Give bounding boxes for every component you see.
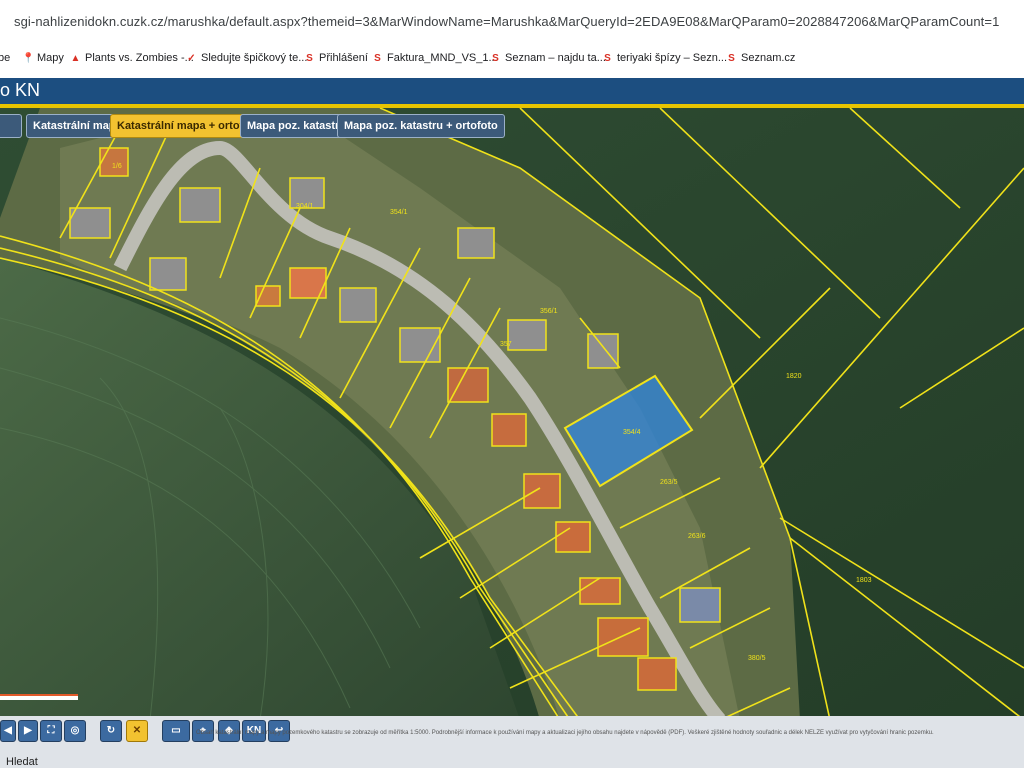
browser-address-bar[interactable]: sgi-nahlizenidokn.cuzk.cz/marushka/defau…	[0, 0, 1024, 40]
bookmark-label: Přihlášení	[319, 52, 368, 64]
bookmark-label: be	[0, 52, 11, 64]
url-text[interactable]: sgi-nahlizenidokn.cuzk.cz/marushka/defau…	[14, 14, 999, 29]
layer-button-partial[interactable]	[0, 114, 22, 138]
seznam-icon: S	[728, 52, 735, 64]
clear-icon[interactable]: ✕	[126, 720, 148, 742]
parcel-label: 380/5	[748, 655, 766, 662]
map-canvas[interactable]: 1/6 304/1 354/1 357 356/1 354/4 1820 263…	[0, 108, 1024, 720]
globe-icon[interactable]: ◎	[64, 720, 86, 742]
bookmark-item-teriyaki[interactable]: Steriyaki špízy – Sezn...	[602, 52, 727, 64]
parcel-label: 1820	[786, 373, 802, 380]
bookmark-item-seznam-cz[interactable]: S Seznam.cz	[726, 52, 795, 64]
map-toolbar: ◀ ▶ ⛶ ◎ ↻ ✕ ▭ ⌖ ◈ KN ↩	[0, 716, 1024, 768]
bookmark-label: Plants vs. Zombies -...	[85, 52, 194, 64]
bookmark-label: Seznam – najdu ta...	[505, 52, 606, 64]
bookmark-item-seznam-najdu[interactable]: S Seznam – najdu ta...	[490, 52, 606, 64]
bookmark-label: teriyaki špízy – Sezn...	[617, 52, 728, 64]
bookmark-item-faktura[interactable]: S Faktura_MND_VS_1...	[372, 52, 498, 64]
refresh-icon[interactable]: ↻	[100, 720, 122, 742]
bookmark-label: Seznam.cz	[741, 52, 796, 64]
bookmark-label: Sledujte špičkový te...	[201, 52, 308, 64]
bookmark-item-mapy[interactable]: 📍 Mapy	[22, 52, 64, 64]
parcel-label: 263/5	[660, 479, 678, 486]
back-arrow-icon[interactable]: ◀	[0, 720, 16, 742]
parcel-label: 357	[500, 341, 512, 348]
parcel-label: 354/4	[623, 429, 641, 436]
parcel-label: 263/6	[688, 533, 706, 540]
parcel-label: 354/1	[390, 209, 408, 216]
map-info-note: Obsah katastrální mapy a mapy pozemkovéh…	[196, 730, 934, 736]
parcel-label: 356/1	[540, 308, 558, 315]
bookmark-label: Faktura_MND_VS_1...	[387, 52, 498, 64]
bookmarks-bar: be 📍 Mapy ▲ Plants vs. Zombies -... ✓ Sledu…	[0, 40, 1024, 79]
bookmark-item-sledujte[interactable]: ✓ Sledujte špičkový te...	[186, 52, 307, 64]
full-extent-icon[interactable]: ⛶	[40, 720, 62, 742]
bookmark-label: Mapy	[37, 52, 64, 64]
seznam-icon: S	[604, 52, 611, 64]
parcel-label: 304/1	[296, 203, 314, 210]
bookmark-item-prihlaseni[interactable]: S Přihlášení	[304, 52, 368, 64]
cadastral-map[interactable]: 1/6 304/1 354/1 357 356/1 354/4 1820 263…	[0, 108, 1024, 720]
bookmark-item-plants[interactable]: ▲ Plants vs. Zombies -...	[70, 52, 194, 64]
parcel-label: 1/6	[112, 163, 122, 170]
seznam-icon: S	[492, 52, 499, 64]
seznam-icon: S	[306, 52, 313, 64]
forward-arrow-icon[interactable]: ▶	[18, 720, 38, 742]
taskbar-search[interactable]: Hledat	[6, 756, 38, 768]
measure-icon[interactable]: ▭	[162, 720, 190, 742]
map-pin-icon: 📍	[22, 52, 35, 64]
bookmark-item[interactable]: be	[0, 52, 10, 64]
game-icon: ▲	[70, 52, 81, 64]
app-title: o KN	[0, 80, 41, 100]
seznam-icon: S	[374, 52, 381, 64]
tv-icon: ✓	[187, 52, 196, 64]
parcel-label: 1803	[856, 577, 872, 584]
scale-bar	[0, 694, 78, 700]
layer-button-mapa-poz-katastru-ortofoto[interactable]: Mapa poz. katastru + ortofoto	[337, 114, 505, 138]
app-header: o KN	[0, 78, 1024, 108]
